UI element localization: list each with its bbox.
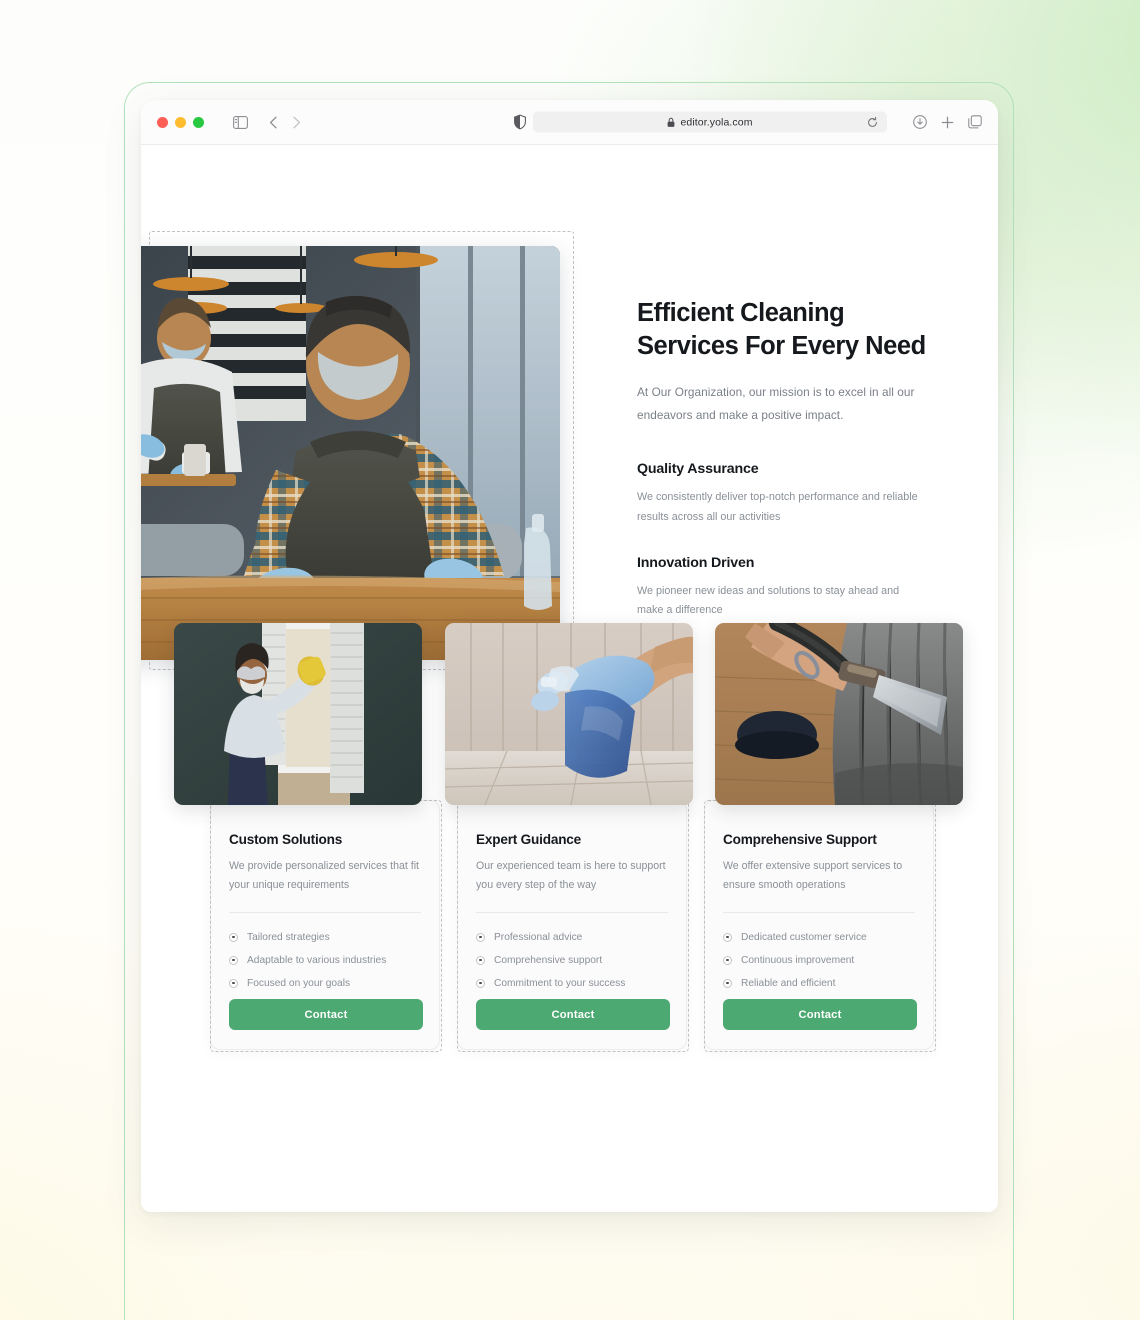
address-bar-content: editor.yola.com	[667, 116, 752, 128]
list-item: Adaptable to various industries	[229, 949, 421, 972]
feature-quality-assurance: Quality Assurance We consistently delive…	[637, 461, 932, 528]
card-image[interactable]	[715, 623, 963, 805]
page-title: Efficient Cleaning Services For Every Ne…	[637, 299, 926, 361]
feature-body: We pioneer new ideas and solutions to st…	[637, 584, 900, 617]
contact-button[interactable]: Contact	[476, 999, 670, 1030]
feature-heading: Quality Assurance	[637, 460, 759, 477]
minimize-window-button[interactable]	[175, 116, 186, 128]
card-body: Comprehensive Support We offer extensive…	[705, 801, 933, 995]
card-divider	[229, 911, 421, 913]
download-icon[interactable]	[913, 115, 927, 129]
list-item-label: Reliable and efficient	[741, 977, 836, 989]
bullet-icon	[476, 978, 485, 988]
back-chevron-left-icon[interactable]	[269, 116, 278, 129]
list-item-label: Tailored strategies	[247, 931, 330, 943]
feature-body: We consistently deliver top-notch perfor…	[637, 490, 918, 523]
bullet-icon	[476, 932, 485, 942]
feature-innovation-driven: Innovation Driven We pioneer new ideas a…	[637, 555, 932, 622]
bullet-icon	[229, 932, 238, 942]
bullet-icon	[723, 932, 732, 942]
list-item-label: Adaptable to various industries	[247, 954, 387, 966]
hero-image-art	[141, 246, 560, 660]
card-divider	[723, 911, 915, 913]
toolbar-right-actions	[913, 115, 982, 129]
card-body: Expert Guidance Our experienced team is …	[458, 801, 686, 995]
card-feature-list: Dedicated customer service Continuous im…	[723, 926, 915, 995]
card-title: Custom Solutions	[229, 832, 343, 847]
card-description: Our experienced team is here to support …	[476, 860, 666, 891]
card-title: Comprehensive Support	[723, 832, 877, 847]
new-tab-plus-icon[interactable]	[941, 116, 954, 129]
list-item: Reliable and efficient	[723, 972, 915, 995]
card-divider	[476, 911, 668, 913]
bullet-icon	[723, 978, 732, 988]
hero-text-column: Efficient Cleaning Services For Every Ne…	[637, 297, 932, 621]
card-body: Custom Solutions We provide personalized…	[211, 801, 439, 995]
card-image-art	[174, 623, 422, 805]
list-item: Tailored strategies	[229, 926, 421, 949]
hero-image[interactable]	[141, 246, 560, 660]
card-comprehensive-support[interactable]: Comprehensive Support We offer extensive…	[704, 623, 963, 1052]
card-description: We offer extensive support services to e…	[723, 860, 903, 891]
card-image[interactable]	[445, 623, 693, 805]
maximize-window-button[interactable]	[193, 116, 204, 128]
site-canvas: Efficient Cleaning Services For Every Ne…	[141, 145, 998, 1212]
address-bar-url: editor.yola.com	[680, 116, 753, 128]
bullet-icon	[229, 978, 238, 988]
card-description: We provide personalized services that fi…	[229, 860, 419, 891]
contact-button[interactable]: Contact	[723, 999, 917, 1030]
card-title: Expert Guidance	[476, 832, 582, 847]
card-feature-list: Tailored strategies Adaptable to various…	[229, 926, 421, 995]
card-custom-solutions[interactable]: Custom Solutions We provide personalized…	[174, 623, 442, 1052]
card-image[interactable]	[174, 623, 422, 805]
privacy-shield-icon[interactable]	[514, 114, 526, 130]
card-feature-list: Professional advice Comprehensive suppor…	[476, 926, 668, 995]
list-item: Focused on your goals	[229, 972, 421, 995]
list-item: Comprehensive support	[476, 949, 668, 972]
bullet-icon	[723, 955, 732, 965]
feature-heading: Innovation Driven	[637, 554, 755, 571]
bullet-icon	[476, 955, 485, 965]
list-item: Professional advice	[476, 926, 668, 949]
forward-chevron-right-icon[interactable]	[292, 116, 301, 129]
reload-icon[interactable]	[867, 116, 878, 128]
browser-toolbar: editor.yola.com	[141, 100, 998, 145]
card-expert-guidance[interactable]: Expert Guidance Our experienced team is …	[445, 623, 693, 1052]
contact-button[interactable]: Contact	[229, 999, 423, 1030]
close-window-button[interactable]	[157, 116, 168, 128]
copy-tabs-icon[interactable]	[968, 115, 982, 129]
window-controls	[157, 116, 204, 128]
list-item: Dedicated customer service	[723, 926, 915, 949]
address-bar[interactable]: editor.yola.com	[533, 111, 887, 133]
sidebar-toggle-icon[interactable]	[233, 115, 248, 129]
card-image-art	[715, 623, 963, 805]
list-item: Commitment to your success	[476, 972, 668, 995]
list-item-label: Focused on your goals	[247, 977, 351, 989]
browser-window: editor.yola.com Efficient Cleaning Servi…	[141, 100, 998, 1212]
list-item-label: Continuous improvement	[741, 954, 855, 966]
hero-subtitle: At Our Organization, our mission is to e…	[637, 385, 915, 422]
card-image-art	[445, 623, 693, 805]
list-item-label: Dedicated customer service	[741, 931, 867, 943]
list-item: Continuous improvement	[723, 949, 915, 972]
list-item-label: Professional advice	[494, 931, 583, 943]
list-item-label: Commitment to your success	[494, 977, 626, 989]
navigation-arrows	[269, 116, 301, 129]
cards-row: Custom Solutions We provide personalized…	[141, 623, 998, 1190]
bullet-icon	[229, 955, 238, 965]
list-item-label: Comprehensive support	[494, 954, 603, 966]
lock-icon	[667, 117, 675, 127]
